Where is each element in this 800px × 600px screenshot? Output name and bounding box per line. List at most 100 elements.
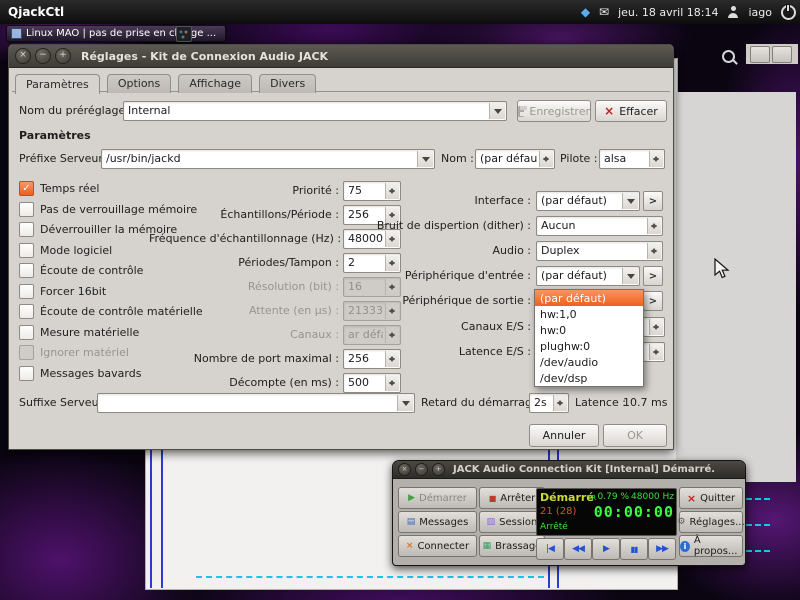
checkbox-icon[interactable] [19, 202, 34, 217]
spinner-arrows[interactable] [647, 243, 661, 259]
interface-label: Interface : [339, 194, 531, 207]
search-icon[interactable] [722, 50, 735, 63]
jack-titlebar[interactable]: × − + JACK Audio Connection Kit [Interna… [393, 461, 745, 479]
tray-icon[interactable] [176, 26, 192, 42]
audio-combo[interactable]: Duplex [536, 241, 663, 261]
chevron-down-icon[interactable] [489, 103, 505, 119]
messages-icon: ▤ [407, 518, 416, 527]
setup-button[interactable]: ⚙ Réglages... [679, 511, 743, 533]
spinner-arrows[interactable] [385, 375, 399, 391]
input-device-browse-button[interactable]: > [643, 266, 663, 286]
background-button[interactable] [772, 46, 792, 63]
maximize-icon[interactable]: + [55, 48, 71, 64]
dropdown-item-selected[interactable]: (par défaut) [535, 290, 643, 306]
server-prefix-combo[interactable]: /usr/bin/jackd [101, 149, 435, 169]
start-button[interactable]: ▶ Démarrer [398, 487, 477, 509]
checkbox-hw-meter[interactable]: Mesure matérielle [19, 325, 139, 340]
io-channels-label: Canaux E/S : [339, 320, 531, 333]
spinner-arrows[interactable] [553, 395, 567, 411]
transport-forward-button[interactable]: ▶▶ [648, 538, 676, 560]
timeout-spinner[interactable]: 500 [343, 373, 401, 393]
driver-combo[interactable]: alsa [599, 149, 665, 169]
spinner-arrows[interactable] [539, 151, 553, 167]
checkbox-ignore-hw[interactable]: Ignorer matériel [19, 345, 129, 360]
patchbay-icon: ▦ [483, 542, 492, 551]
messages-label: Messages [419, 517, 468, 528]
xrun-count: 21 (28) [540, 506, 576, 517]
start-delay-spinner[interactable]: 2s [529, 393, 569, 413]
dropdown-item[interactable]: hw:0 [535, 322, 643, 338]
output-device-browse-button[interactable]: > [643, 291, 663, 311]
server-name-combo[interactable]: (par défaut) [475, 149, 555, 169]
checkbox-icon[interactable] [19, 284, 34, 299]
dropdown-item[interactable]: plughw:0 [535, 338, 643, 354]
checkbox-force16bit[interactable]: Forcer 16bit [19, 284, 106, 299]
connect-button[interactable]: × Connecter [398, 535, 477, 557]
transport-pause-button[interactable]: ▮▮ [620, 538, 648, 560]
preset-combo[interactable]: Internal [123, 101, 507, 121]
samplerate-label: Fréquence d'échantillonnage (Hz) : [149, 232, 339, 245]
dropdown-item[interactable]: /dev/audio [535, 354, 643, 370]
ok-button[interactable]: OK [603, 424, 667, 447]
transport-play-button[interactable]: ▶ [592, 538, 620, 560]
cancel-button[interactable]: Annuler [529, 424, 599, 447]
minimize-icon[interactable]: − [35, 48, 51, 64]
checkbox-icon[interactable] [19, 325, 34, 340]
checkbox-icon[interactable] [19, 366, 34, 381]
input-device-combo[interactable]: (par défaut) [536, 266, 640, 286]
checkbox-monitor[interactable]: Écoute de contrôle [19, 263, 143, 278]
checkbox-verbose[interactable]: Messages bavards [19, 366, 141, 381]
server-suffix-combo[interactable] [97, 393, 415, 413]
erase-button[interactable]: × Effacer [595, 100, 667, 122]
checkbox-icon[interactable] [19, 243, 34, 258]
checkbox-icon[interactable] [19, 263, 34, 278]
power-icon[interactable] [781, 5, 796, 20]
io-latency-spinner[interactable] [643, 342, 665, 362]
background-button[interactable] [750, 46, 770, 63]
spinner-arrows[interactable] [649, 344, 663, 360]
checkbox-icon[interactable] [19, 222, 34, 237]
minimize-icon[interactable]: − [415, 463, 428, 476]
chevron-down-icon[interactable] [417, 151, 433, 167]
close-icon[interactable]: × [15, 48, 31, 64]
taskbar-window-button[interactable]: Linux MAO | pas de prise en charge ... [6, 25, 226, 42]
chevron-down-icon[interactable] [622, 268, 638, 284]
messages-button[interactable]: ▤ Messages [398, 511, 477, 533]
session-icon: ▨ [487, 518, 496, 527]
dropdown-item[interactable]: hw:1,0 [535, 306, 643, 322]
tab-affichage[interactable]: Affichage [178, 74, 252, 93]
clock[interactable]: jeu. 18 avril 18:14 [618, 6, 718, 19]
transport-rewind-button[interactable]: |◀ [536, 538, 564, 560]
interface-combo[interactable]: (par défaut) [536, 191, 640, 211]
about-button[interactable]: i À propos... [679, 535, 743, 557]
username[interactable]: iago [748, 6, 772, 19]
mouse-cursor [714, 258, 730, 280]
chevron-down-icon[interactable] [397, 395, 413, 411]
quit-button[interactable]: × Quitter [679, 487, 743, 509]
indicator-icon[interactable]: ◆ [581, 5, 590, 19]
mail-icon[interactable]: ✉ [599, 5, 609, 19]
checkbox-checked-icon[interactable]: ✓ [19, 181, 34, 196]
io-channels-spinner[interactable] [643, 317, 665, 337]
dropdown-item[interactable]: /dev/dsp [535, 370, 643, 386]
dither-combo[interactable]: Aucun [536, 216, 663, 236]
interface-browse-button[interactable]: > [643, 191, 663, 211]
transport-backward-button[interactable]: ◀◀ [564, 538, 592, 560]
tab-parametres[interactable]: Paramètres [15, 74, 100, 94]
checkbox-label: Mode logiciel [40, 244, 112, 257]
save-button[interactable]: Enregistrer [517, 100, 591, 122]
dialog-titlebar[interactable]: × − + Réglages - Kit de Connexion Audio … [9, 45, 673, 68]
spinner-arrows[interactable] [647, 218, 661, 234]
tab-divers[interactable]: Divers [259, 74, 316, 93]
close-icon[interactable]: × [398, 463, 411, 476]
checkbox-icon[interactable] [19, 304, 34, 319]
maximize-icon[interactable]: + [432, 463, 445, 476]
patch-line [196, 576, 544, 578]
tab-options[interactable]: Options [107, 74, 171, 93]
checkbox-temps-reel[interactable]: ✓ Temps réel [19, 181, 99, 196]
output-device-label: Périphérique de sortie : [339, 294, 531, 307]
spinner-arrows[interactable] [649, 319, 663, 335]
spinner-arrows[interactable] [649, 151, 663, 167]
chevron-down-icon[interactable] [622, 193, 638, 209]
checkbox-softmode[interactable]: Mode logiciel [19, 243, 112, 258]
